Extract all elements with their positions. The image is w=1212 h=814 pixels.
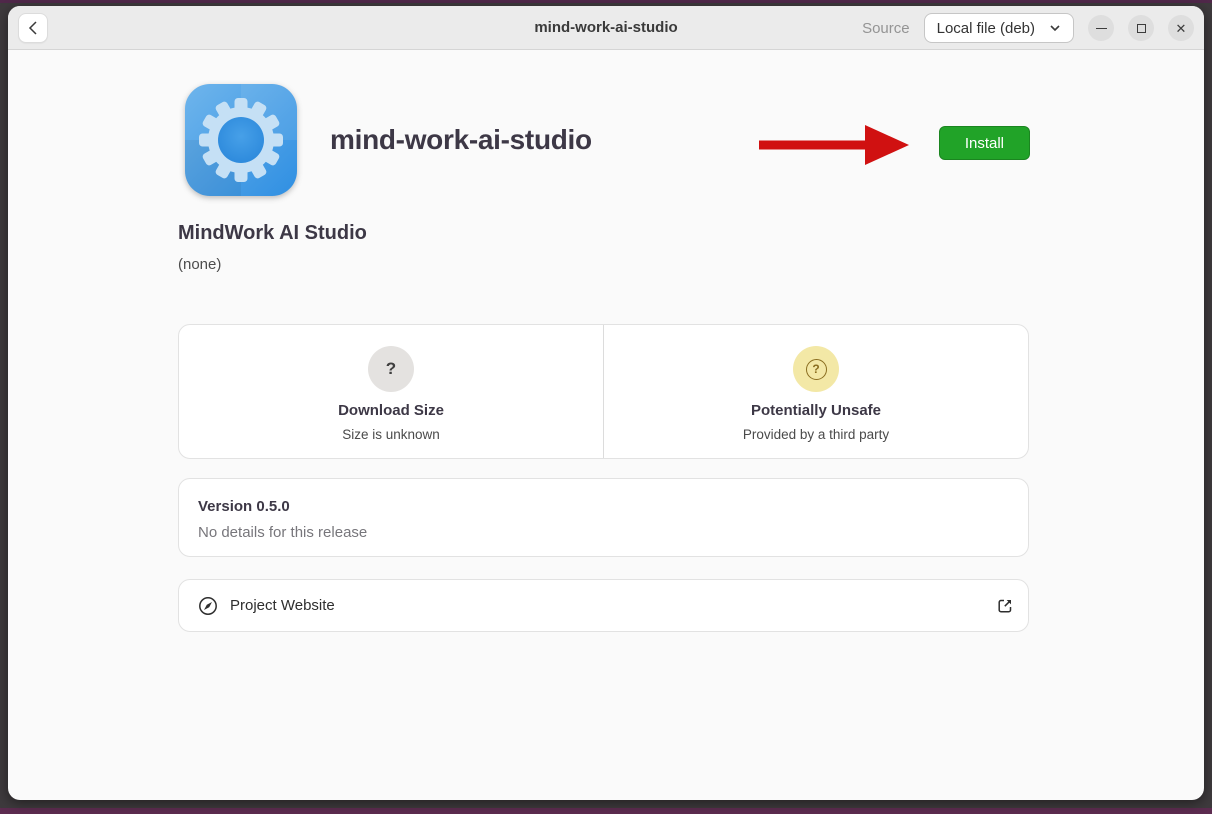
potentially-unsafe-tile: ? Potentially Unsafe Provided by a third… (604, 325, 1028, 458)
blue-gear-icon (185, 84, 297, 196)
download-size-tile: ? Download Size Size is unknown (179, 325, 603, 458)
chevron-down-icon (1049, 24, 1061, 32)
install-button[interactable]: Install (939, 126, 1030, 160)
desktop-backdrop-top (0, 0, 1212, 3)
source-dropdown-value: Local file (deb) (937, 20, 1035, 37)
desktop-backdrop-bottom (0, 808, 1212, 814)
tile-title: Potentially Unsafe (751, 402, 881, 419)
source-dropdown[interactable]: Local file (deb) (924, 13, 1074, 43)
chevron-left-icon (28, 20, 38, 36)
question-mark-icon: ? (368, 346, 414, 392)
back-button[interactable] (18, 13, 48, 43)
red-arrow-annotation-icon (753, 125, 913, 165)
circled-question-glyph: ? (806, 359, 827, 380)
project-website-row[interactable]: Project Website (178, 579, 1029, 632)
compass-icon (198, 596, 218, 616)
minimize-icon (1096, 28, 1107, 29)
website-label: Project Website (230, 597, 335, 614)
close-icon: ✕ (1176, 22, 1187, 35)
version-subtitle: No details for this release (198, 524, 1009, 541)
context-tiles: ? Download Size Size is unknown ? Potent… (178, 324, 1029, 459)
unsafe-question-icon: ? (793, 346, 839, 392)
developer-name: MindWork AI Studio (178, 222, 367, 245)
app-window: mind-work-ai-studio Source Local file (d… (8, 6, 1204, 800)
external-link-icon (996, 597, 1014, 615)
tile-subtitle: Provided by a third party (743, 427, 889, 442)
tile-title: Download Size (338, 402, 444, 419)
tile-subtitle: Size is unknown (342, 427, 440, 442)
titlebar-right-cluster: Source Local file (deb) ✕ (862, 6, 1194, 50)
app-icon (185, 84, 297, 196)
close-button[interactable]: ✕ (1168, 15, 1194, 41)
maximize-button[interactable] (1128, 15, 1154, 41)
version-title: Version 0.5.0 (198, 498, 1009, 515)
version-card: Version 0.5.0 No details for this releas… (178, 478, 1029, 557)
maximize-icon (1137, 24, 1146, 33)
source-label: Source (862, 20, 910, 37)
app-title: mind-work-ai-studio (330, 124, 592, 156)
question-glyph: ? (386, 359, 396, 379)
titlebar: mind-work-ai-studio Source Local file (d… (8, 6, 1204, 50)
app-detail-page: mind-work-ai-studio Install MindWork AI … (8, 50, 1204, 800)
license-text: (none) (178, 256, 221, 273)
minimize-button[interactable] (1088, 15, 1114, 41)
